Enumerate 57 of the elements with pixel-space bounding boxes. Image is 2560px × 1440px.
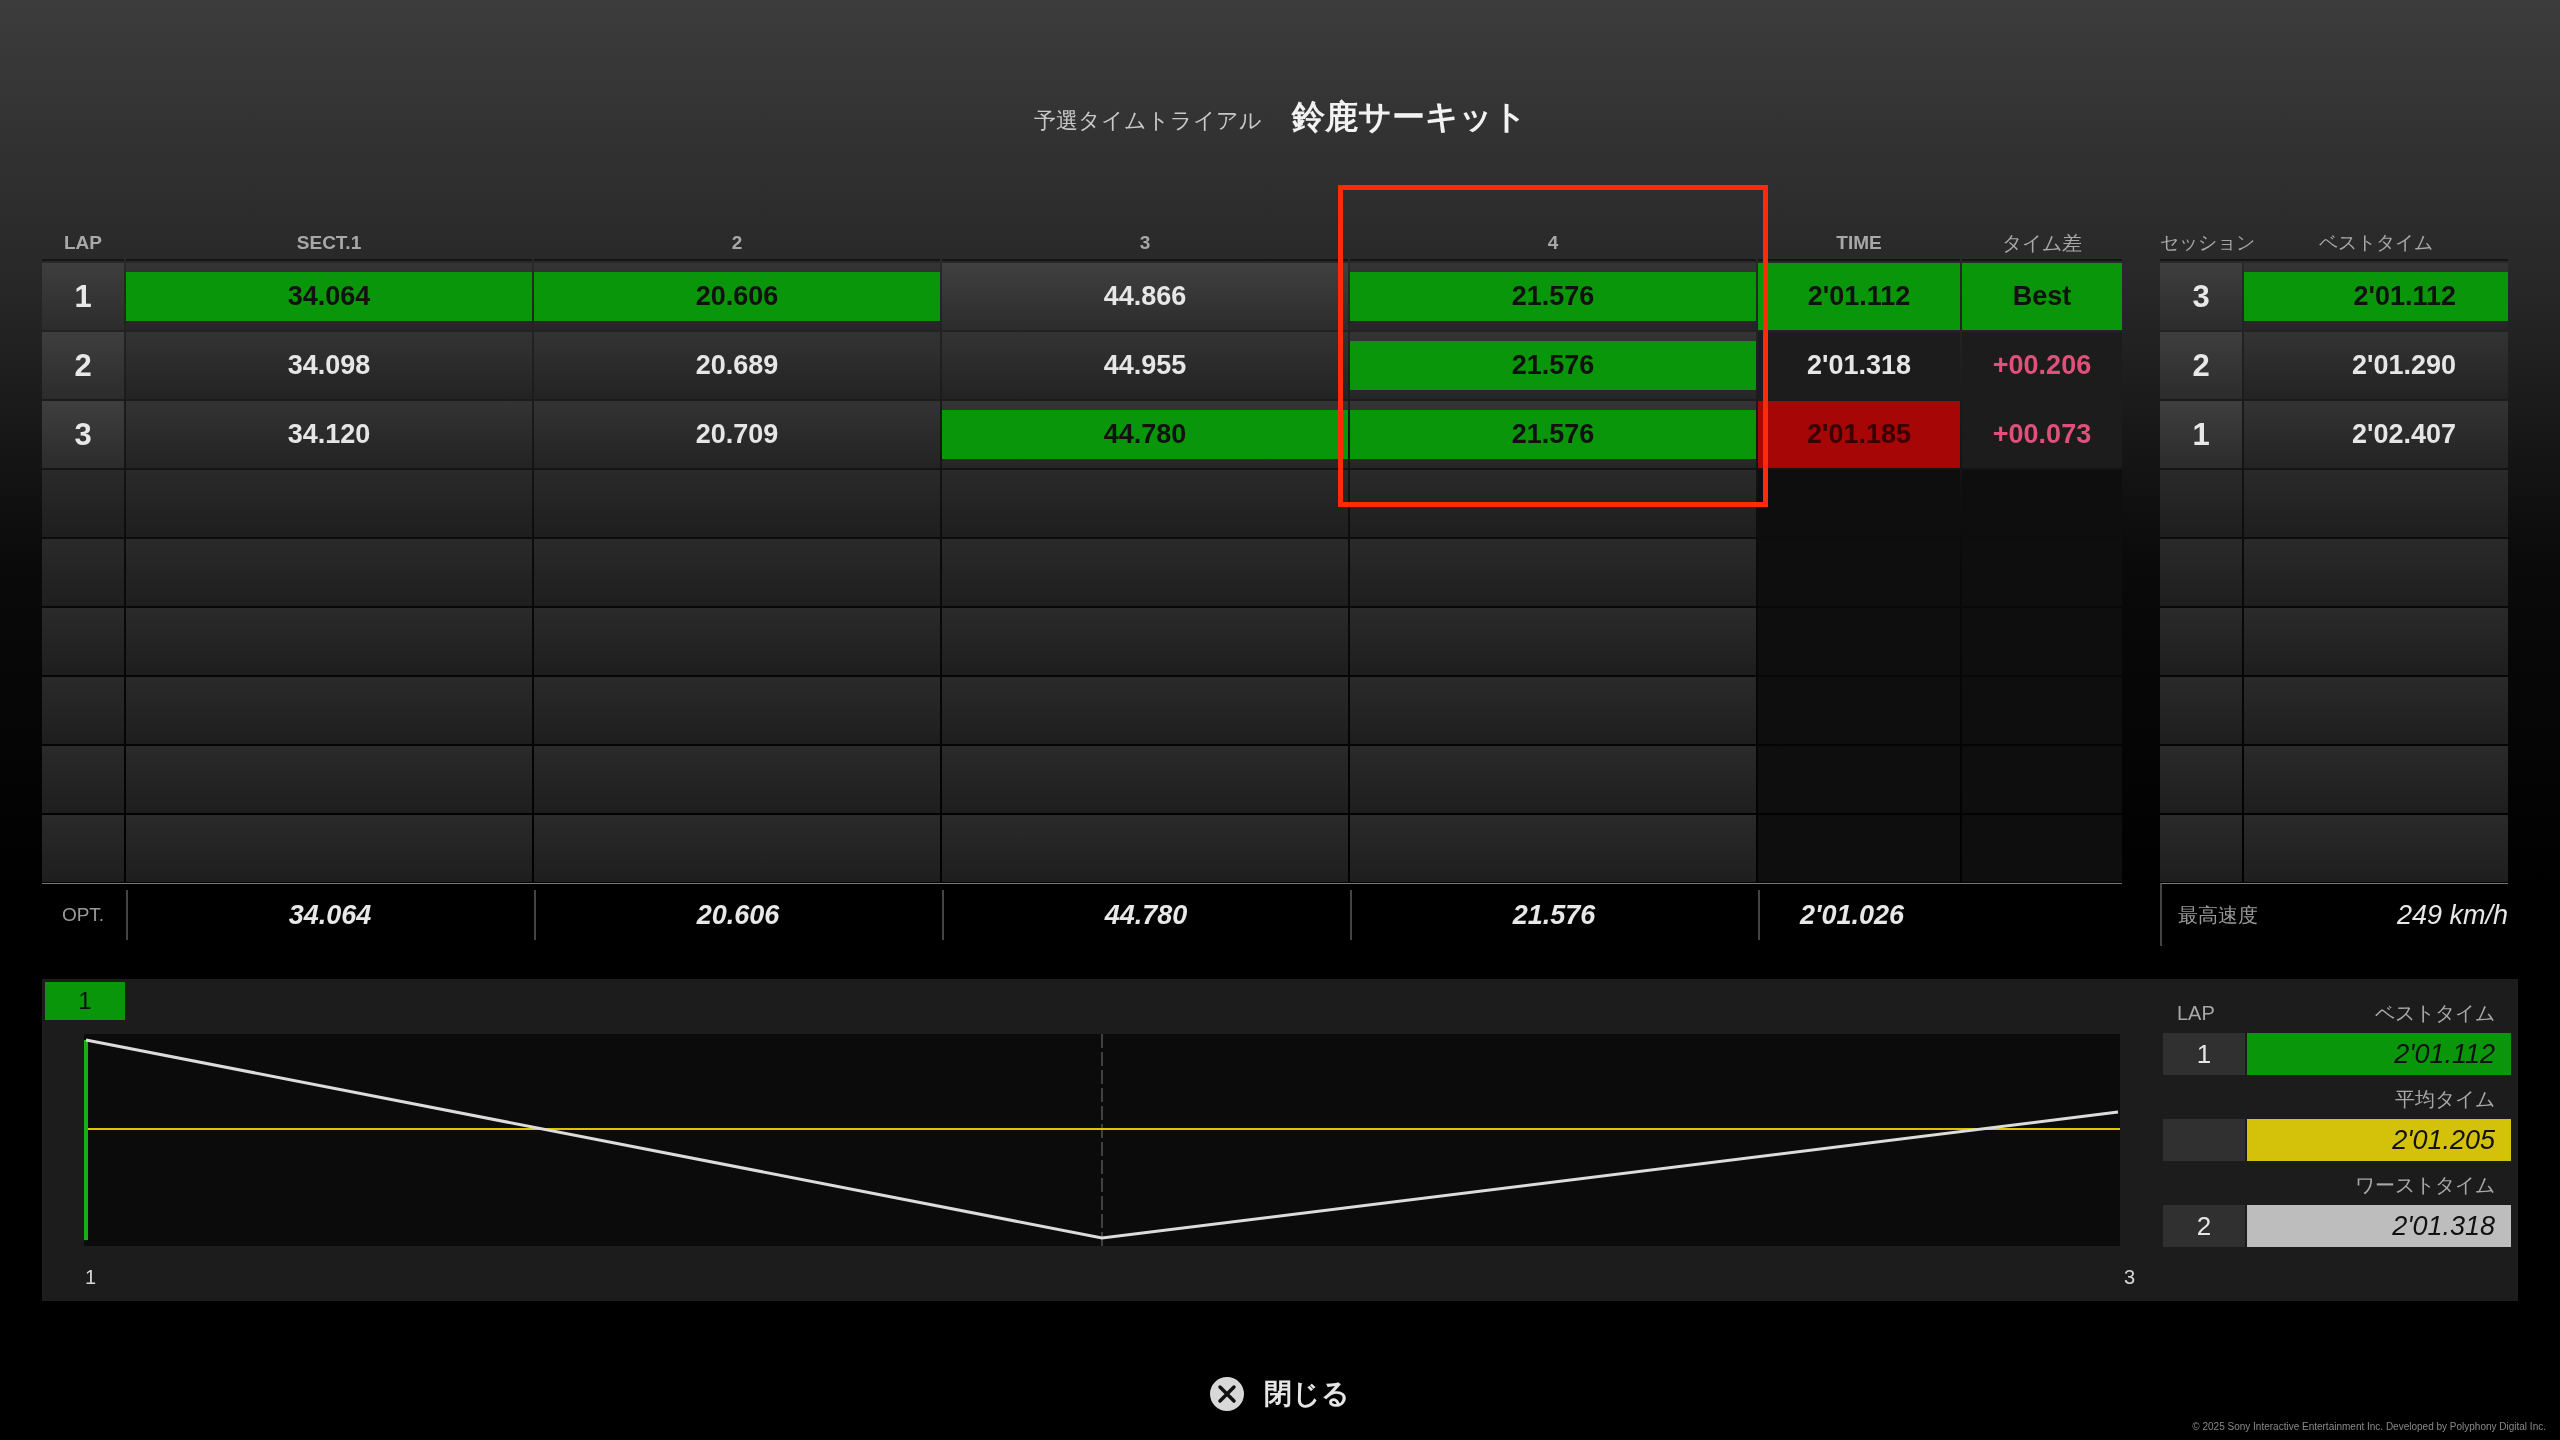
axis-label: 3	[2123, 1266, 2135, 1289]
table-cell: 2'01.290	[2244, 332, 2508, 399]
lap-number: 2	[2163, 1205, 2245, 1247]
table-cell: 2'01.112	[1758, 263, 1960, 330]
table-cell: 2'01.112	[2244, 263, 2508, 330]
optimal-time: 21.576	[1350, 890, 1756, 940]
table-cell: 34.120	[126, 401, 532, 468]
legend-time: 2'01.318	[2247, 1205, 2511, 1247]
lap-number: 2	[42, 332, 124, 399]
legend-time: 2'01.112	[2247, 1033, 2511, 1075]
table-cell: 44.866	[942, 263, 1348, 330]
event-subtitle: 予選タイムトライアル	[1033, 107, 1262, 135]
legend-title: 平均タイム	[2395, 1086, 2496, 1112]
column-header: セッション	[2160, 225, 2255, 261]
table-cell: 20.606	[534, 263, 940, 330]
table-cell: 34.064	[126, 263, 532, 330]
session-number: 3	[2160, 263, 2242, 330]
column-header: LAP	[2176, 1001, 2215, 1025]
copyright-text: © 2025 Sony Interactive Entertainment Inc. Developed by Polyphony Digital Inc.	[2192, 1421, 2546, 1432]
table-cell: 2'01.185	[1758, 401, 1960, 468]
optimal-time: 44.780	[942, 890, 1348, 940]
table-cell: 20.689	[534, 332, 940, 399]
optimal-time: 2'01.026	[1758, 890, 2122, 940]
table-cell: 2'02.407	[2244, 401, 2508, 468]
lap-number: 1	[2163, 1033, 2245, 1075]
table-cell: 20.709	[534, 401, 940, 468]
lap-number: 1	[42, 263, 124, 330]
column-header: TIME	[1758, 225, 1960, 261]
column-header: 3	[942, 225, 1348, 261]
optimal-time: 34.064	[126, 890, 532, 940]
column-header: 2	[534, 225, 940, 261]
lap-tab[interactable]: 1	[45, 982, 125, 1020]
axis-label: 1	[85, 1266, 97, 1289]
legend-title: ベストタイム	[2375, 1000, 2496, 1026]
table-cell: 44.780	[942, 401, 1348, 468]
close-button[interactable]: 閉じる	[1200, 1371, 1360, 1417]
table-cell: 21.576	[1350, 401, 1756, 468]
time-gap: Best	[1962, 263, 2122, 330]
top-speed-label: 最高速度	[2177, 902, 2258, 928]
session-number: 1	[2160, 401, 2242, 468]
optimal-label: OPT.	[60, 904, 106, 926]
session-number: 2	[2160, 332, 2242, 399]
table-cell: 21.576	[1350, 263, 1756, 330]
column-header: 4	[1350, 225, 1756, 261]
legend-time: 2'01.205	[2247, 1119, 2511, 1161]
column-header: タイム差	[1962, 225, 2122, 261]
column-header: SECT.1	[126, 225, 532, 261]
table-cell: 44.955	[942, 332, 1348, 399]
table-cell: 21.576	[1350, 332, 1756, 399]
lap-number: 3	[42, 401, 124, 468]
legend-title: ワーストタイム	[2355, 1172, 2496, 1198]
column-header: LAP	[42, 225, 124, 261]
top-speed-value: 249 km/h	[2396, 899, 2508, 931]
close-icon	[1210, 1377, 1244, 1411]
table-cell: 34.098	[126, 332, 532, 399]
optimal-time: 20.606	[534, 890, 940, 940]
circuit-title: 鈴鹿サーキット	[1291, 97, 1527, 137]
